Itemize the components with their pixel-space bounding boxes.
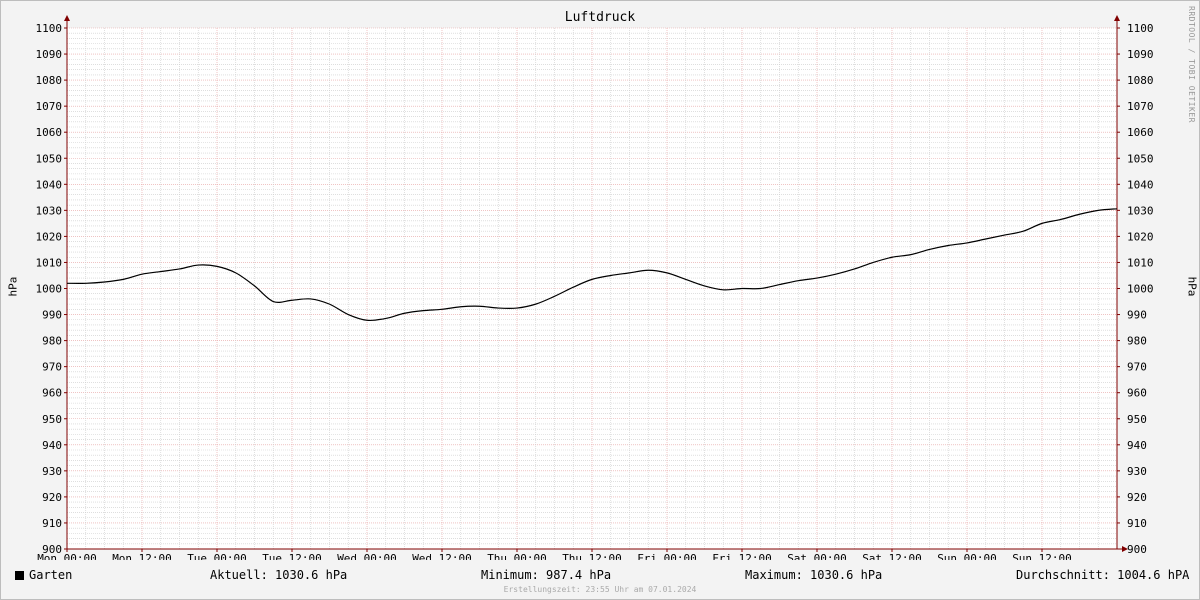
y-tick-label: 940 bbox=[42, 439, 62, 452]
y-tick-label: 990 bbox=[42, 309, 62, 322]
y-tick-label: 1100 bbox=[1127, 22, 1154, 35]
creation-time: Erstellungszeit: 23:55 Uhr am 07.01.2024 bbox=[503, 585, 697, 594]
x-tick-label: Mon 12:00 bbox=[112, 552, 172, 560]
y-tick-label: 900 bbox=[1127, 543, 1147, 556]
stat-minimum: Minimum: 987.4 hPa bbox=[481, 568, 612, 582]
x-tick-label: Thu 00:00 bbox=[487, 552, 547, 560]
y-tick-label: 1060 bbox=[36, 126, 63, 139]
y-tick-label: 1080 bbox=[1127, 74, 1154, 87]
y-tick-label: 1090 bbox=[1127, 48, 1154, 61]
y-tick-label: 1010 bbox=[36, 256, 63, 269]
x-tick-label: Fri 00:00 bbox=[637, 552, 697, 560]
x-tick-label: Sun 12:00 bbox=[1012, 552, 1072, 560]
y-tick-label: 930 bbox=[1127, 465, 1147, 478]
x-tick-label: Fri 12:00 bbox=[712, 552, 772, 560]
y-tick-label: 920 bbox=[1127, 491, 1147, 504]
y-tick-label: 1010 bbox=[1127, 256, 1154, 269]
y-tick-label: 1080 bbox=[36, 74, 63, 87]
y-tick-label: 1000 bbox=[1127, 283, 1154, 296]
y-tick-label: 990 bbox=[1127, 309, 1147, 322]
x-tick-label: Sat 00:00 bbox=[787, 552, 847, 560]
y-tick-label: 1060 bbox=[1127, 126, 1154, 139]
legend-series-name: Garten bbox=[29, 568, 73, 582]
x-tick-label: Mon 00:00 bbox=[37, 552, 97, 560]
stat-maximum: Maximum: 1030.6 hPa bbox=[745, 568, 883, 582]
x-tick-label: Wed 12:00 bbox=[412, 552, 472, 560]
y-tick-label: 1020 bbox=[1127, 230, 1154, 243]
y-tick-label: 940 bbox=[1127, 439, 1147, 452]
y-ticks-right: 900 910 920 930 940 950 960 970 980 990 1000 1010 10… bbox=[1117, 22, 1154, 556]
pressure-chart: 900 910 920 930 940 950 960 970 980 990 1000 1010 10… bbox=[36, 15, 1154, 560]
y-tick-label: 930 bbox=[42, 465, 62, 478]
x-tick-label: Thu 12:00 bbox=[562, 552, 622, 560]
y-tick-label: 950 bbox=[1127, 413, 1147, 426]
y-tick-label: 1040 bbox=[36, 178, 63, 191]
x-tick-label: Sun 00:00 bbox=[937, 552, 997, 560]
legend-entry: Garten bbox=[15, 568, 72, 582]
y-tick-label: 910 bbox=[1127, 517, 1147, 530]
x-ticks: Mon 00:00 Mon 12:00 Tue 00:00 Tue 12:00 Wed … bbox=[37, 549, 1072, 560]
y-tick-label: 980 bbox=[1127, 335, 1147, 348]
y-tick-label: 1100 bbox=[36, 22, 63, 35]
y-tick-label: 1040 bbox=[1127, 178, 1154, 191]
x-tick-label: Tue 00:00 bbox=[187, 552, 247, 560]
y-tick-label: 1070 bbox=[1127, 100, 1154, 113]
y-tick-label: 1030 bbox=[36, 204, 63, 217]
y-tick-label: 1000 bbox=[36, 283, 63, 296]
y-tick-label: 910 bbox=[42, 517, 62, 530]
y-tick-label: 970 bbox=[1127, 361, 1147, 374]
y-tick-label: 960 bbox=[42, 387, 62, 400]
y-tick-label: 950 bbox=[42, 413, 62, 426]
y-tick-label: 1030 bbox=[1127, 204, 1154, 217]
x-tick-label: Wed 00:00 bbox=[337, 552, 397, 560]
y-ticks-left: 9009109209309409509609709809901000101010… bbox=[36, 22, 67, 556]
y-tick-label: 1020 bbox=[36, 230, 63, 243]
y-tick-label: 1050 bbox=[1127, 152, 1154, 165]
y-tick-label: 1070 bbox=[36, 100, 63, 113]
y-axis-arrow-right bbox=[1114, 15, 1120, 21]
y-axis-arrow-left bbox=[64, 15, 70, 21]
y-tick-label: 970 bbox=[42, 361, 62, 374]
x-tick-label: Tue 12:00 bbox=[262, 552, 322, 560]
y-tick-label: 960 bbox=[1127, 387, 1147, 400]
y-tick-label: 980 bbox=[42, 335, 62, 348]
y-tick-label: 1090 bbox=[36, 48, 63, 61]
y-tick-label: 920 bbox=[42, 491, 62, 504]
stat-current: Aktuell: 1030.6 hPa bbox=[210, 568, 348, 582]
y-tick-label: 1050 bbox=[36, 152, 63, 165]
legend-swatch bbox=[15, 571, 24, 580]
x-tick-label: Sat 12:00 bbox=[862, 552, 922, 560]
stat-average: Durchschnitt: 1004.6 hPA bbox=[1016, 568, 1190, 582]
